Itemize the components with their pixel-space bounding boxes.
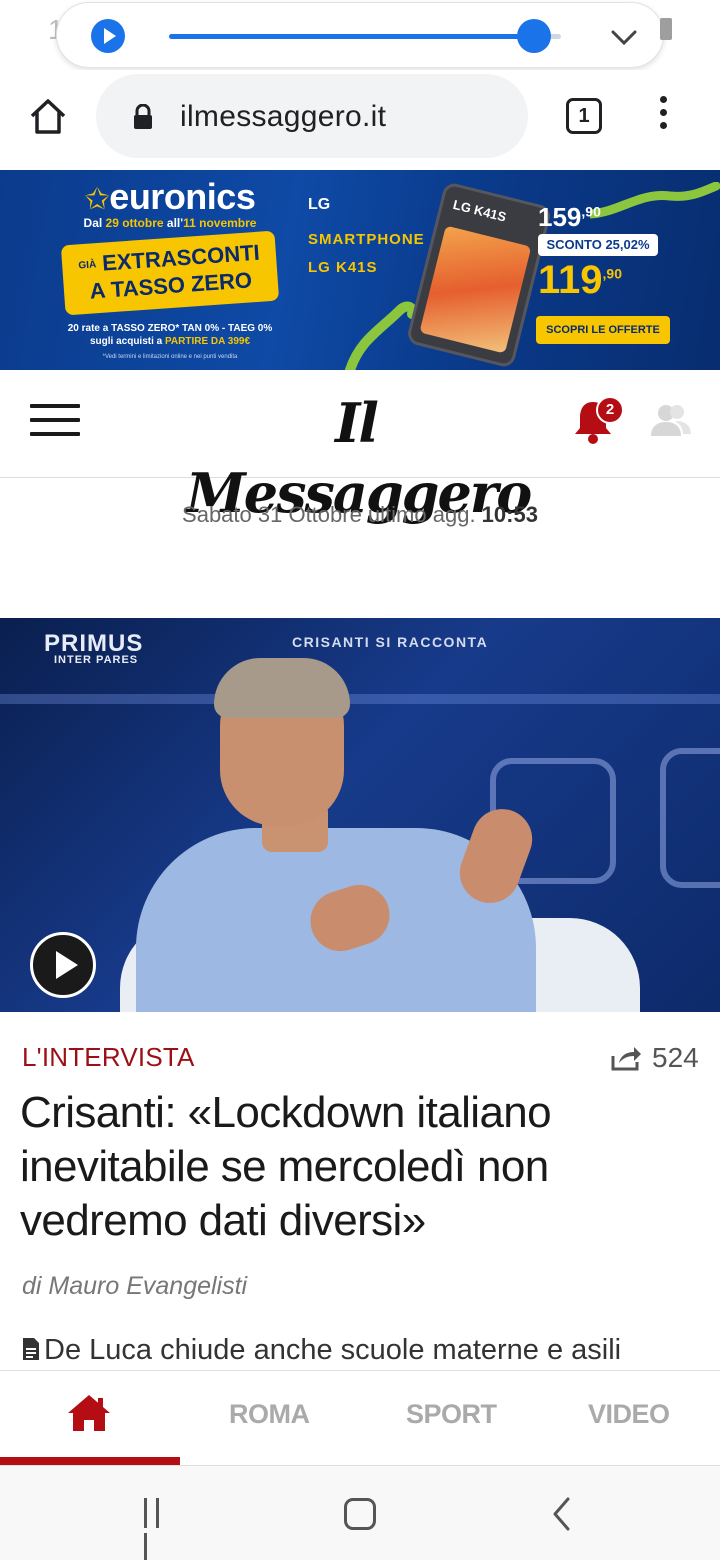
nav-item-sport[interactable]: SPORT — [406, 1399, 497, 1430]
ad-phone-screen — [419, 225, 532, 354]
user-icon[interactable] — [650, 400, 692, 440]
more-vert-icon[interactable] — [650, 96, 676, 136]
ad-model: SMARTPHONE LG K41S — [308, 231, 425, 276]
star-icon: ✩ — [84, 183, 110, 216]
media-progress-fill — [169, 34, 534, 39]
ad-brand: LG — [308, 196, 331, 213]
hero-background-panel — [660, 748, 720, 888]
ad-old-price: 159,90 — [538, 202, 601, 232]
share-count: 524 — [652, 1042, 699, 1073]
media-player[interactable] — [56, 2, 664, 68]
address-bar[interactable]: ilmessaggero.it — [96, 74, 528, 158]
ad-phone-image: LG K41S — [405, 181, 553, 369]
ad-discount: SCONTO 25,02% — [538, 234, 658, 256]
hero-person-hair — [214, 658, 350, 718]
site-logo[interactable]: Il Messaggero — [186, 388, 532, 525]
ad-cta-button[interactable]: SCOPRI LE OFFERTE — [536, 316, 670, 344]
home-icon[interactable] — [26, 94, 70, 138]
media-seekbar[interactable] — [169, 34, 561, 39]
back-icon[interactable] — [550, 1496, 574, 1532]
status-bar: 10:5 — [0, 0, 720, 70]
hero-show-logo-sub: INTER PARES — [54, 654, 139, 666]
ad-phone-label: LG K41S — [451, 196, 508, 225]
article-kicker[interactable]: L'INTERVISTA — [22, 1042, 195, 1073]
nav-active-indicator — [0, 1457, 180, 1465]
article-headline[interactable]: Crisanti: «Lockdown italiano inevitabile… — [20, 1086, 700, 1248]
nav-item-video[interactable]: VIDEO — [588, 1399, 670, 1430]
system-home-icon[interactable] — [344, 1498, 376, 1530]
system-nav-bar — [0, 1466, 720, 1560]
related-article-title: De Luca chiude anche scuole materne e as… — [44, 1334, 622, 1366]
related-article-link[interactable]: De Luca chiude anche scuole materne e as… — [22, 1334, 720, 1370]
hero-video-thumbnail[interactable]: PRIMUS INTER PARES CRISANTI SI RACCONTA — [0, 618, 720, 1012]
ad-financing-text: 20 rate a TASSO ZERO* TAN 0% - TAEG 0% su… — [67, 323, 273, 347]
ad-dates: Dal 29 ottobre all'11 novembre — [83, 216, 257, 230]
recent-apps-icon[interactable] — [144, 1498, 176, 1560]
hero-background-stripe — [0, 694, 720, 704]
nav-home-icon[interactable] — [66, 1393, 112, 1433]
bottom-nav: ROMA SPORT VIDEO — [0, 1370, 720, 1466]
browser-toolbar: ilmessaggero.it 1 — [0, 70, 720, 170]
nav-item-roma[interactable]: ROMA — [229, 1399, 310, 1430]
play-icon[interactable] — [30, 932, 96, 998]
share-icon — [611, 1047, 641, 1071]
document-icon — [23, 1338, 39, 1360]
lock-icon[interactable] — [132, 103, 154, 130]
notification-badge: 2 — [596, 396, 624, 424]
url-text[interactable]: ilmessaggero.it — [180, 100, 386, 134]
media-play-button[interactable] — [91, 19, 125, 53]
ad-promo-badge: GIÀ EXTRASCONTI A TASSO ZERO — [60, 230, 280, 316]
page: 10:5 ilmessaggero.it 1 ✩euron — [0, 0, 720, 1560]
media-seek-thumb[interactable] — [516, 19, 551, 53]
ad-retailer-block: ✩euronics Dal 29 ottobre all'11 novembre… — [48, 176, 292, 366]
menu-icon[interactable] — [30, 404, 80, 438]
ad-banner[interactable]: ✩euronics Dal 29 ottobre all'11 novembre… — [0, 170, 720, 370]
ad-vine-decoration-top — [590, 182, 720, 219]
tabs-icon[interactable]: 1 — [566, 98, 602, 134]
site-header: Il Messaggero 2 — [0, 370, 720, 525]
article-byline: di Mauro Evangelisti — [22, 1272, 248, 1300]
ad-fine-print: *Vedi termini e limitazioni online e nei… — [102, 354, 238, 360]
chevron-down-icon[interactable] — [609, 25, 639, 49]
ad-new-price: 119,90 — [538, 258, 622, 302]
ad-retailer-logo: ✩euronics — [84, 176, 256, 217]
hero-caption: CRISANTI SI RACCONTA — [292, 634, 489, 650]
battery-icon — [660, 18, 672, 40]
last-updated: Sabato 31 Ottobre ultimo agg. 10:53 — [182, 502, 538, 527]
